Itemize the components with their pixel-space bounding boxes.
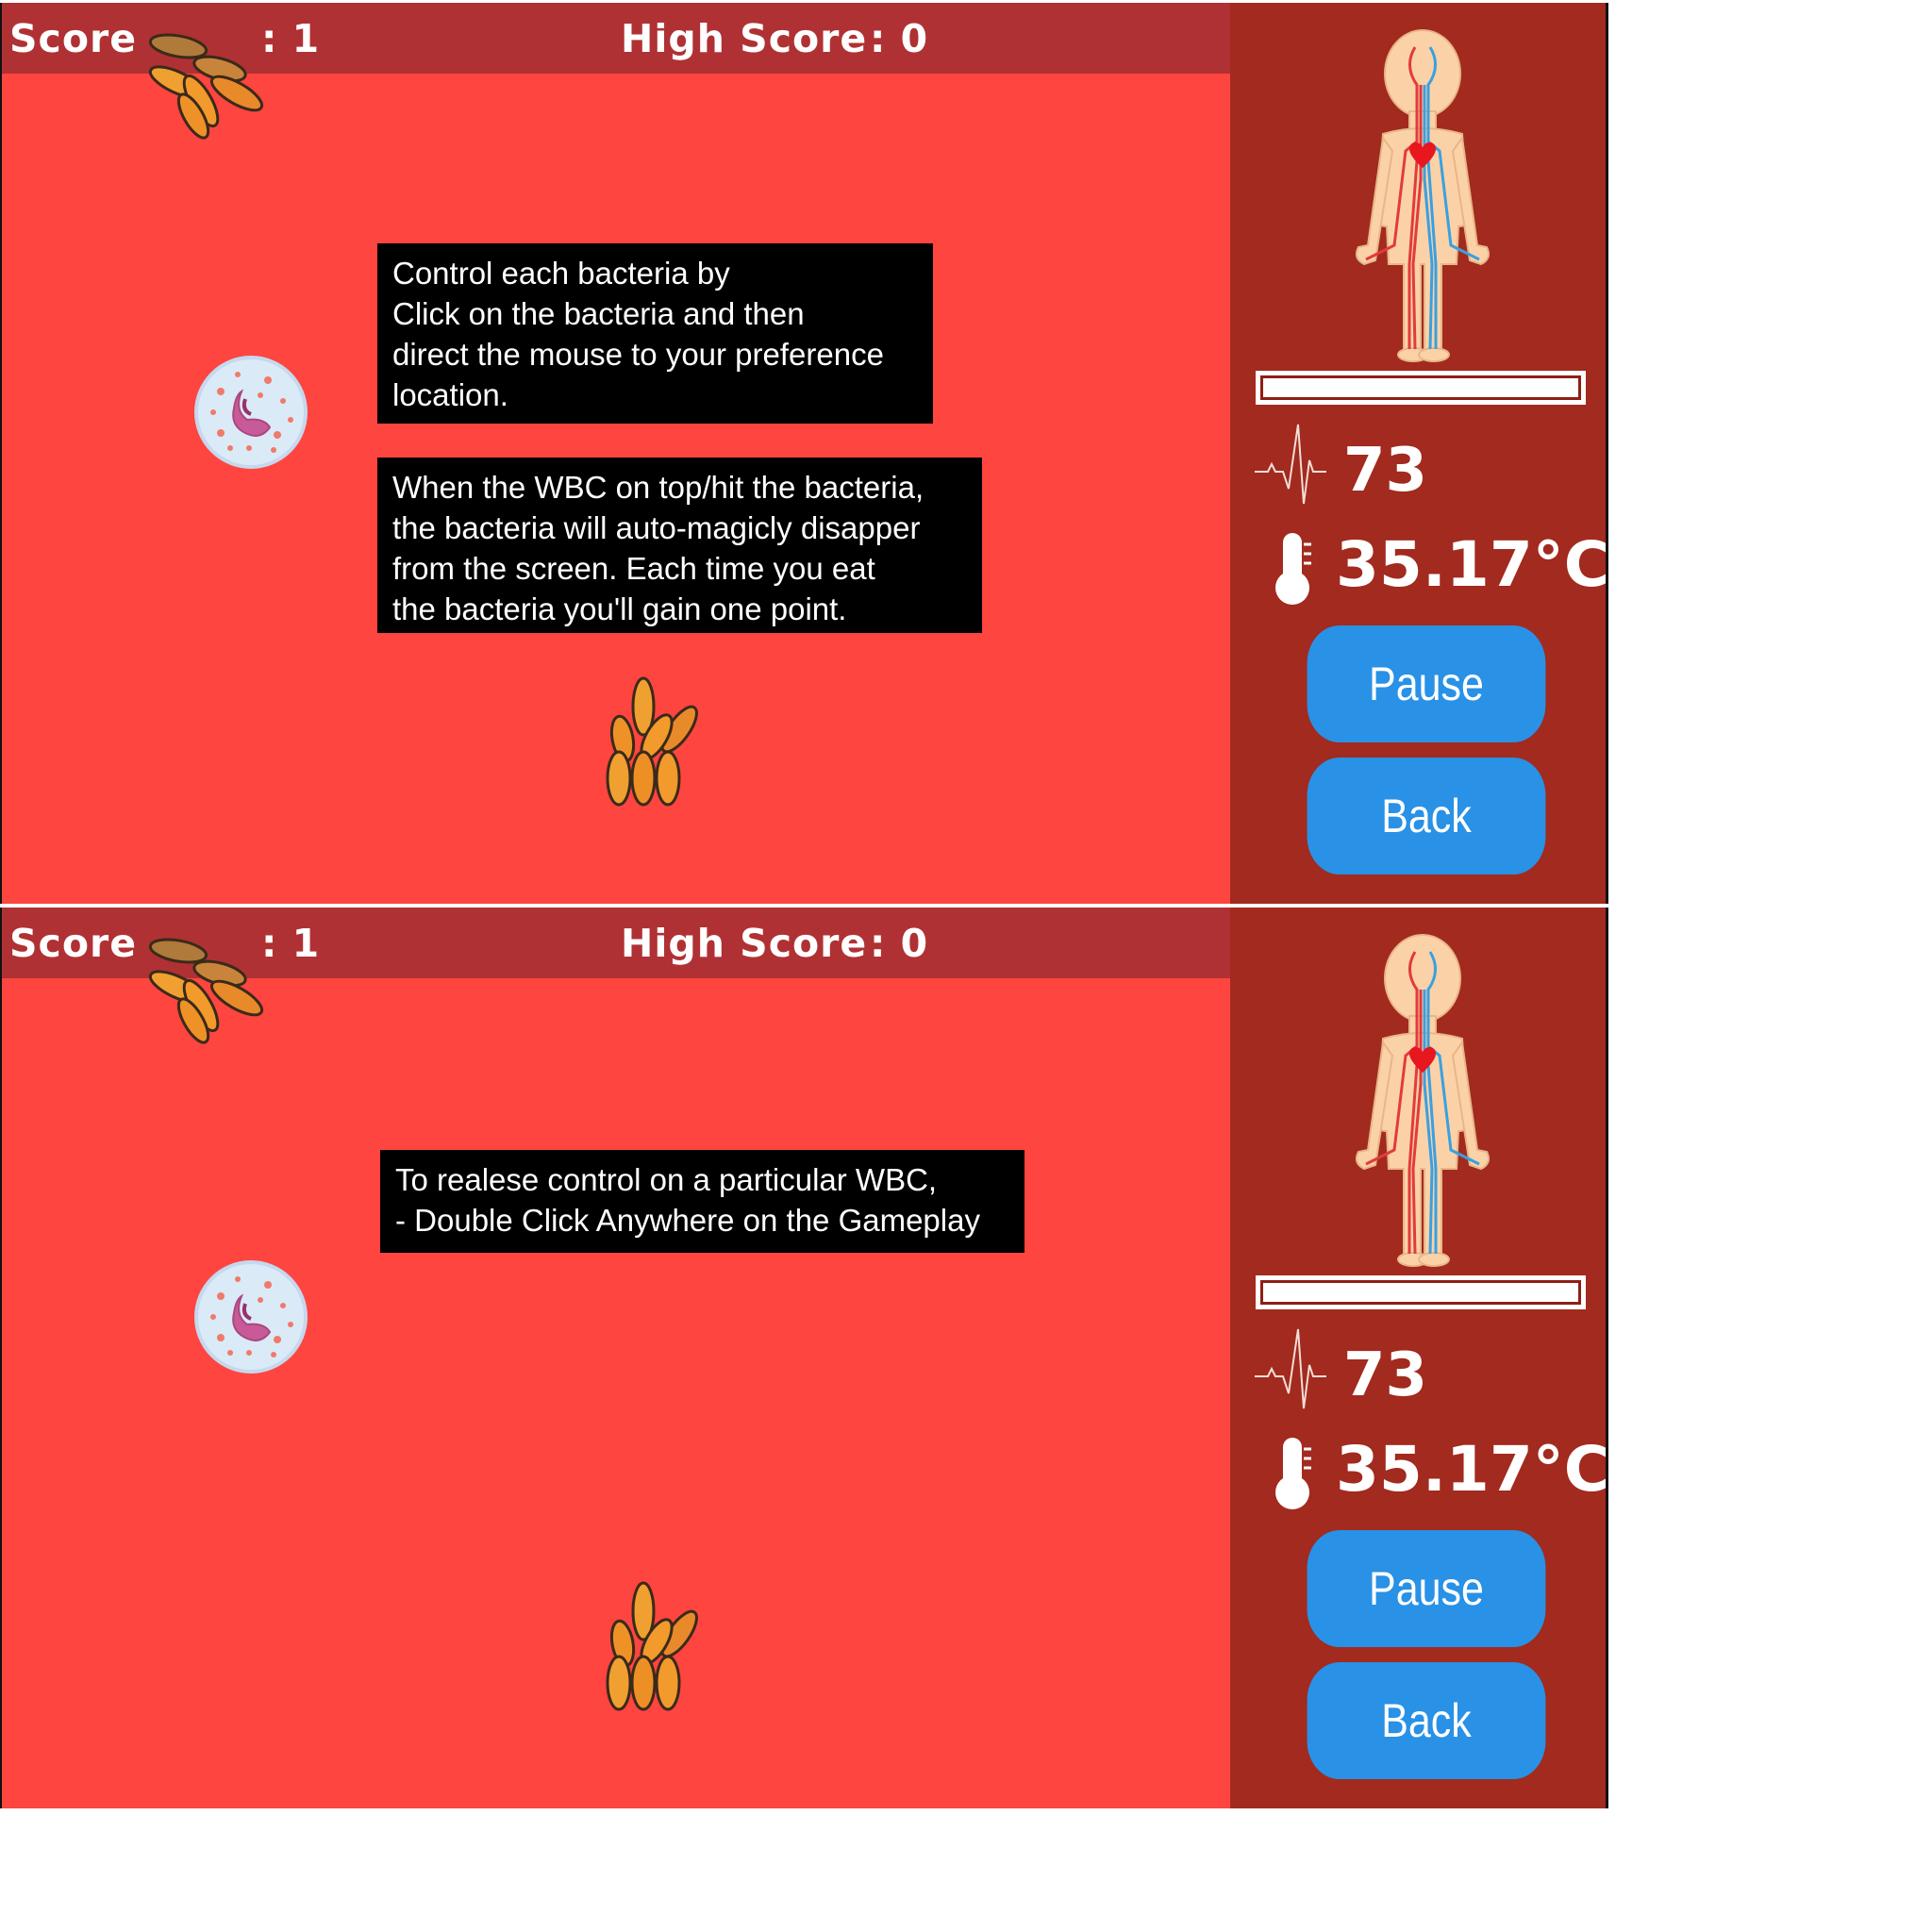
gameplay-area[interactable]: Score : 1 High Score : 0 bbox=[2, 3, 1230, 904]
vitals-sidebar: 73 35.17°C Pause Back bbox=[1230, 908, 1608, 1808]
instruction-line: direct the mouse to your preference bbox=[392, 337, 884, 372]
instruction-line: Click on the bacteria and then bbox=[392, 296, 805, 331]
instruction-line: To realese control on a particular WBC, bbox=[395, 1162, 938, 1197]
heart-rate-value: 73 bbox=[1343, 1341, 1428, 1410]
left-edge bbox=[0, 3, 2, 904]
bacteria-icon[interactable] bbox=[602, 1579, 706, 1716]
instruction-line: Control each bacteria by bbox=[392, 256, 730, 291]
temperature-value: 35.17°C bbox=[1336, 528, 1608, 601]
right-edge bbox=[1606, 908, 1608, 1808]
instruction-line: location. bbox=[392, 377, 508, 412]
thermometer-icon bbox=[1275, 1438, 1311, 1509]
instruction-line: When the WBC on top/hit the bacteria, bbox=[392, 470, 924, 505]
game-screen-2: Score : 1 High Score : 0 To realese cont… bbox=[0, 905, 1608, 1808]
bacteria-icon[interactable] bbox=[602, 675, 706, 811]
thermometer-icon bbox=[1275, 533, 1311, 605]
back-button[interactable]: Back bbox=[1307, 758, 1546, 874]
human-body-icon bbox=[1356, 934, 1490, 1267]
vitals-sidebar: 73 35.17°C Pause Back bbox=[1230, 3, 1608, 904]
instruction-line: - Double Click Anywhere on the Gameplay bbox=[395, 1203, 980, 1238]
gameplay-area[interactable]: Score : 1 High Score : 0 bbox=[2, 908, 1230, 1808]
health-bar bbox=[1256, 1275, 1586, 1309]
instruction-line: the bacteria will auto-magicly disapper bbox=[392, 510, 921, 545]
instruction-box: To realese control on a particular WBC, … bbox=[380, 1150, 1024, 1253]
instruction-line: from the screen. Each time you eat bbox=[392, 551, 875, 586]
bacteria-icon[interactable] bbox=[139, 934, 271, 1052]
heartbeat-icon bbox=[1255, 1328, 1326, 1409]
right-edge bbox=[1606, 3, 1608, 904]
high-score-label: High Score bbox=[621, 16, 868, 61]
instruction-line: the bacteria you'll gain one point. bbox=[392, 591, 847, 626]
score-label: Score bbox=[9, 921, 138, 966]
pause-button[interactable]: Pause bbox=[1307, 625, 1546, 742]
heart-rate-value: 73 bbox=[1343, 436, 1428, 506]
instruction-box: Control each bacteria by Click on the ba… bbox=[377, 243, 933, 424]
high-score-value: : 0 bbox=[870, 921, 929, 966]
high-score-value: : 0 bbox=[870, 16, 929, 61]
temperature-value: 35.17°C bbox=[1336, 1433, 1608, 1506]
left-edge bbox=[0, 908, 2, 1808]
game-screen-1: Score : 1 High Score : 0 Control each ba… bbox=[0, 0, 1608, 904]
high-score-label: High Score bbox=[621, 921, 868, 966]
instruction-box: When the WBC on top/hit the bacteria, th… bbox=[377, 458, 982, 633]
human-body-icon bbox=[1356, 29, 1490, 362]
white-blood-cell-icon[interactable] bbox=[192, 1258, 309, 1375]
white-blood-cell-icon[interactable] bbox=[192, 354, 309, 471]
bacteria-icon[interactable] bbox=[139, 29, 271, 147]
heartbeat-icon bbox=[1255, 424, 1326, 505]
pause-button[interactable]: Pause bbox=[1307, 1530, 1546, 1647]
back-button[interactable]: Back bbox=[1307, 1662, 1546, 1779]
score-label: Score bbox=[9, 16, 138, 61]
health-bar bbox=[1256, 371, 1586, 405]
